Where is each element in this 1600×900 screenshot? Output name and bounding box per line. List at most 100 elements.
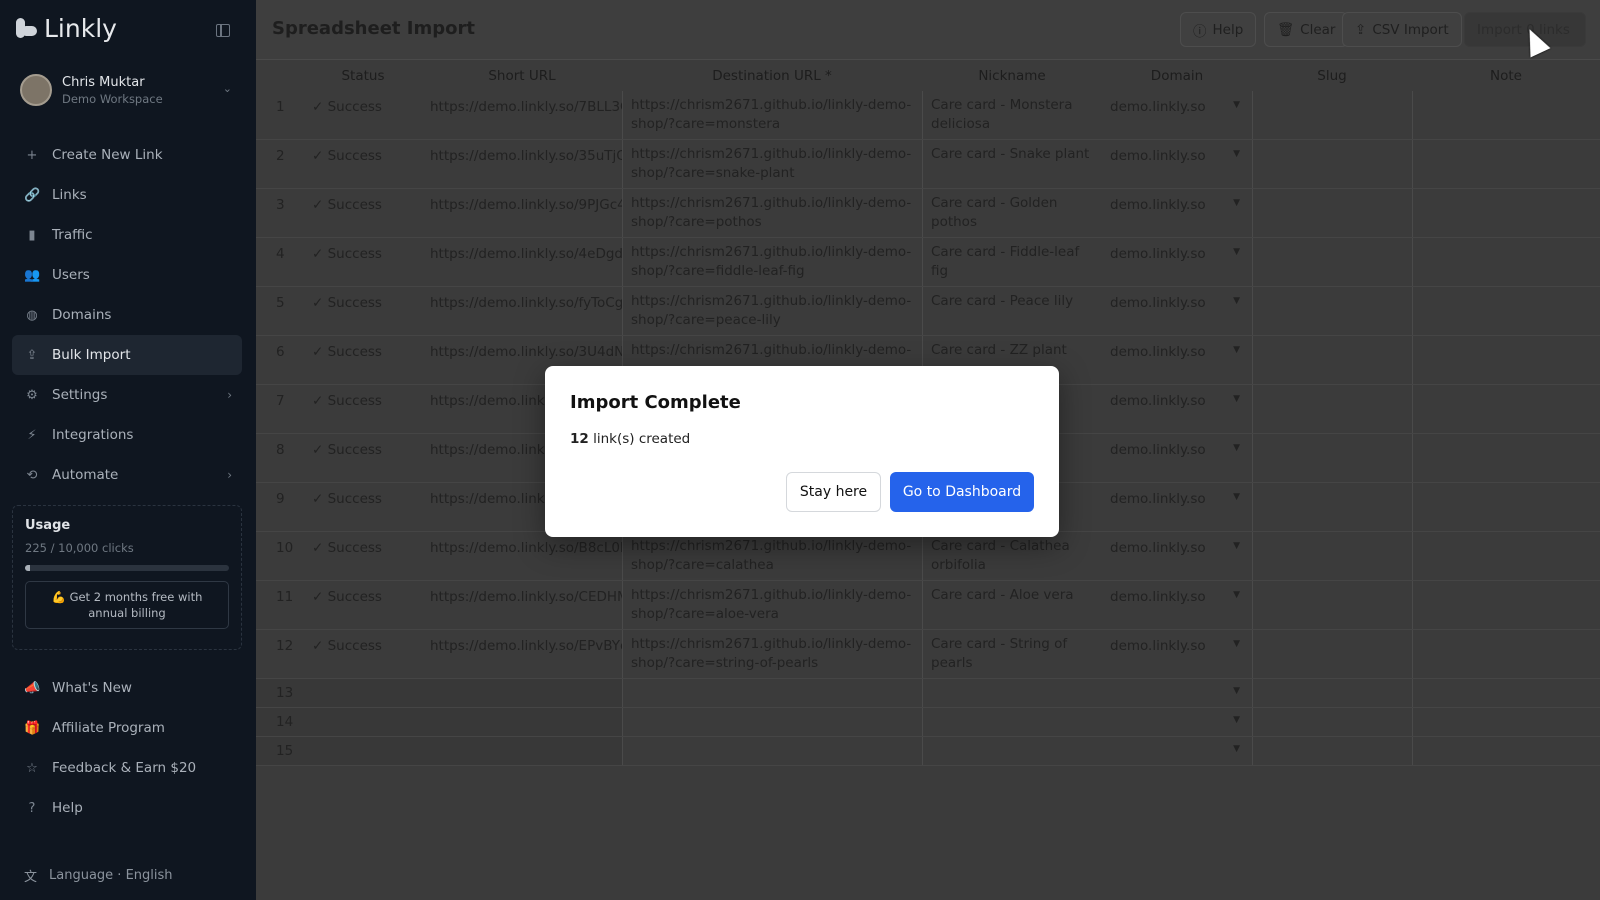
- slug-cell[interactable]: [1252, 630, 1412, 678]
- sidebar-item-integrations[interactable]: ⚡ Integrations: [12, 415, 242, 455]
- slug-cell[interactable]: [1252, 140, 1412, 188]
- dropdown-arrow-icon[interactable]: ▼: [1233, 100, 1240, 110]
- slug-cell[interactable]: [1252, 434, 1412, 482]
- slug-cell[interactable]: [1252, 385, 1412, 433]
- slug-cell[interactable]: [1252, 679, 1412, 707]
- dropdown-arrow-icon[interactable]: ▼: [1233, 639, 1240, 649]
- note-cell[interactable]: [1412, 630, 1600, 678]
- note-cell[interactable]: [1412, 679, 1600, 707]
- help-button[interactable]: ⓘ Help: [1180, 12, 1257, 47]
- dropdown-arrow-icon[interactable]: ▼: [1233, 149, 1240, 159]
- slug-cell[interactable]: [1252, 532, 1412, 580]
- sidebar-item-settings[interactable]: ⚙ Settings ›: [12, 375, 242, 415]
- domain-cell[interactable]: demo.linkly.so ▼: [1102, 532, 1252, 580]
- sidebar-item-automate[interactable]: ⟲ Automate ›: [12, 455, 242, 495]
- short-url-cell[interactable]: [422, 737, 622, 765]
- dropdown-arrow-icon[interactable]: ▼: [1233, 296, 1240, 306]
- sidebar-item-domains[interactable]: ◍ Domains: [12, 295, 242, 335]
- destination-url-cell[interactable]: https://chrism2671.github.io/linkly-demo…: [622, 630, 922, 678]
- dropdown-arrow-icon[interactable]: ▼: [1233, 715, 1240, 725]
- destination-url-cell[interactable]: [622, 708, 922, 736]
- note-cell[interactable]: [1412, 336, 1600, 384]
- stay-here-button[interactable]: Stay here: [786, 472, 881, 512]
- domain-cell[interactable]: demo.linkly.so ▼: [1102, 238, 1252, 286]
- nickname-cell[interactable]: Care card - Fiddle-leaf fig: [922, 238, 1102, 286]
- sidebar-item-bulk-import[interactable]: ⇪ Bulk Import: [12, 335, 242, 375]
- domain-cell[interactable]: demo.linkly.so ▼: [1102, 385, 1252, 433]
- sidebar-item-traffic[interactable]: ▮ Traffic: [12, 215, 242, 255]
- dropdown-arrow-icon[interactable]: ▼: [1233, 492, 1240, 502]
- domain-cell[interactable]: ▼: [1102, 679, 1252, 707]
- short-url-cell[interactable]: https://demo.linkly.so/fyToCg: [422, 287, 622, 335]
- nickname-cell[interactable]: Care card - Golden pothos: [922, 189, 1102, 237]
- short-url-cell[interactable]: https://demo.linkly.so/35uTjQi: [422, 140, 622, 188]
- linkly-logo[interactable]: Linkly: [16, 14, 117, 43]
- nickname-cell[interactable]: [922, 679, 1102, 707]
- note-cell[interactable]: [1412, 483, 1600, 531]
- destination-url-cell[interactable]: https://chrism2671.github.io/linkly-demo…: [622, 91, 922, 139]
- short-url-cell[interactable]: https://demo.linkly.so/CEDHM: [422, 581, 622, 629]
- nickname-cell[interactable]: Care card - Calathea orbifolia: [922, 532, 1102, 580]
- domain-cell[interactable]: ▼: [1102, 737, 1252, 765]
- short-url-cell[interactable]: https://demo.linkly.so/B8cL0E: [422, 532, 622, 580]
- clear-button[interactable]: 🗑 Clear: [1264, 12, 1349, 47]
- dropdown-arrow-icon[interactable]: ▼: [1233, 541, 1240, 551]
- note-cell[interactable]: [1412, 140, 1600, 188]
- sidebar-item-create-new-link[interactable]: + Create New Link: [12, 135, 242, 175]
- dropdown-arrow-icon[interactable]: ▼: [1233, 443, 1240, 453]
- nickname-cell[interactable]: Care card - Aloe vera: [922, 581, 1102, 629]
- short-url-cell[interactable]: https://demo.linkly.so/4eDgdc: [422, 238, 622, 286]
- domain-cell[interactable]: demo.linkly.so ▼: [1102, 336, 1252, 384]
- sidebar-collapse-icon[interactable]: [216, 24, 230, 37]
- dropdown-arrow-icon[interactable]: ▼: [1233, 394, 1240, 404]
- sidebar-item-what-s-new[interactable]: 📣 What's New: [12, 668, 242, 708]
- destination-url-cell[interactable]: https://chrism2671.github.io/linkly-demo…: [622, 532, 922, 580]
- destination-url-cell[interactable]: https://chrism2671.github.io/linkly-demo…: [622, 238, 922, 286]
- short-url-cell[interactable]: [422, 708, 622, 736]
- short-url-cell[interactable]: https://demo.linkly.so/9PJGc4: [422, 189, 622, 237]
- domain-cell[interactable]: demo.linkly.so ▼: [1102, 483, 1252, 531]
- destination-url-cell[interactable]: https://chrism2671.github.io/linkly-demo…: [622, 140, 922, 188]
- dropdown-arrow-icon[interactable]: ▼: [1233, 247, 1240, 257]
- slug-cell[interactable]: [1252, 287, 1412, 335]
- dropdown-arrow-icon[interactable]: ▼: [1233, 686, 1240, 696]
- note-cell[interactable]: [1412, 287, 1600, 335]
- dropdown-arrow-icon[interactable]: ▼: [1233, 744, 1240, 754]
- destination-url-cell[interactable]: [622, 679, 922, 707]
- sidebar-item-users[interactable]: 👥 Users: [12, 255, 242, 295]
- annual-billing-promo-button[interactable]: 💪 Get 2 months free with annual billing: [25, 581, 229, 629]
- go-to-dashboard-button[interactable]: Go to Dashboard: [890, 472, 1034, 512]
- domain-cell[interactable]: demo.linkly.so ▼: [1102, 91, 1252, 139]
- domain-cell[interactable]: ▼: [1102, 708, 1252, 736]
- destination-url-cell[interactable]: https://chrism2671.github.io/linkly-demo…: [622, 189, 922, 237]
- note-cell[interactable]: [1412, 385, 1600, 433]
- dropdown-arrow-icon[interactable]: ▼: [1233, 345, 1240, 355]
- destination-url-cell[interactable]: [622, 737, 922, 765]
- note-cell[interactable]: [1412, 434, 1600, 482]
- note-cell[interactable]: [1412, 532, 1600, 580]
- slug-cell[interactable]: [1252, 708, 1412, 736]
- domain-cell[interactable]: demo.linkly.so ▼: [1102, 434, 1252, 482]
- language-selector[interactable]: 文 Language · English: [24, 866, 173, 885]
- nickname-cell[interactable]: Care card - Peace lily: [922, 287, 1102, 335]
- domain-cell[interactable]: demo.linkly.so ▼: [1102, 287, 1252, 335]
- nickname-cell[interactable]: [922, 737, 1102, 765]
- domain-cell[interactable]: demo.linkly.so ▼: [1102, 189, 1252, 237]
- destination-url-cell[interactable]: https://chrism2671.github.io/linkly-demo…: [622, 581, 922, 629]
- nickname-cell[interactable]: Care card - String of pearls: [922, 630, 1102, 678]
- nickname-cell[interactable]: Care card - Monstera deliciosa: [922, 91, 1102, 139]
- short-url-cell[interactable]: https://demo.linkly.so/7BLL3C: [422, 91, 622, 139]
- destination-url-cell[interactable]: https://chrism2671.github.io/linkly-demo…: [622, 287, 922, 335]
- slug-cell[interactable]: [1252, 483, 1412, 531]
- nickname-cell[interactable]: Care card - Snake plant: [922, 140, 1102, 188]
- nickname-cell[interactable]: [922, 708, 1102, 736]
- slug-cell[interactable]: [1252, 581, 1412, 629]
- domain-cell[interactable]: demo.linkly.so ▼: [1102, 581, 1252, 629]
- short-url-cell[interactable]: https://demo.linkly.so/EPvBYc: [422, 630, 622, 678]
- slug-cell[interactable]: [1252, 238, 1412, 286]
- note-cell[interactable]: [1412, 581, 1600, 629]
- note-cell[interactable]: [1412, 708, 1600, 736]
- note-cell[interactable]: [1412, 238, 1600, 286]
- dropdown-arrow-icon[interactable]: ▼: [1233, 198, 1240, 208]
- csv-import-button[interactable]: ⇪ CSV Import: [1342, 12, 1462, 47]
